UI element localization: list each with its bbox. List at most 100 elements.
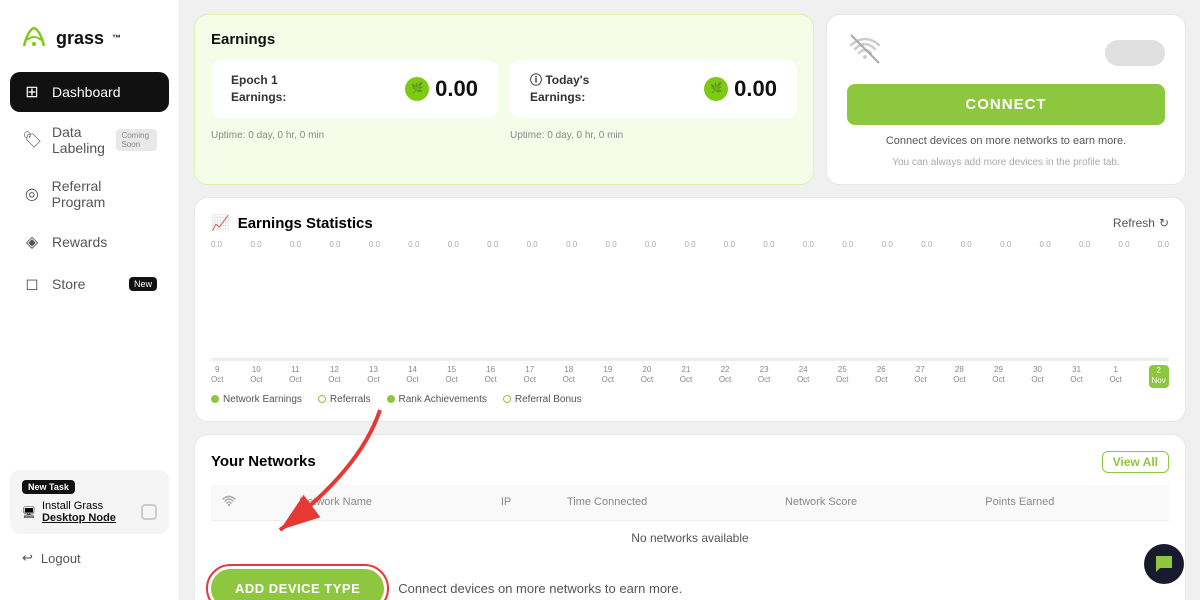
desktop-node-link[interactable]: Desktop Node bbox=[42, 512, 116, 524]
toggle-switch[interactable] bbox=[1105, 40, 1165, 66]
label-icon: 🏷 bbox=[22, 130, 42, 150]
legend-referrals: Referrals bbox=[318, 394, 371, 405]
chat-fab-button[interactable] bbox=[1144, 544, 1184, 584]
connect-desc: Connect devices on more networks to earn… bbox=[886, 135, 1126, 147]
monitor-icon: 🖥 bbox=[22, 506, 36, 519]
stats-title-text: Earnings Statistics bbox=[238, 215, 373, 232]
legend-dot-rank bbox=[387, 395, 395, 403]
sidebar-item-label: Data Labeling bbox=[52, 124, 106, 156]
store-icon: ◻ bbox=[22, 274, 42, 294]
main-content: Earnings Epoch 1Earnings: 🌿 0.00 ⓘ Today… bbox=[180, 0, 1200, 600]
logout-item[interactable]: ↩ Logout bbox=[10, 542, 169, 574]
stats-title: 📈 Earnings Statistics bbox=[211, 214, 373, 232]
connect-button[interactable]: CONNECT bbox=[847, 84, 1165, 125]
chart-icon: 📈 bbox=[211, 214, 230, 232]
epoch-amount: 0.00 bbox=[435, 76, 478, 102]
sidebar-item-label: Referral Program bbox=[52, 178, 157, 210]
uptime-epoch: Uptime: 0 day, 0 hr, 0 min bbox=[211, 130, 498, 141]
col-ip: IP bbox=[491, 485, 557, 521]
refresh-icon: ↻ bbox=[1159, 216, 1169, 230]
legend-referrals-label: Referrals bbox=[330, 394, 371, 405]
earnings-boxes: Epoch 1Earnings: 🌿 0.00 ⓘ Today'sEarning… bbox=[211, 60, 797, 118]
connect-card: CONNECT Connect devices on more networks… bbox=[826, 14, 1186, 185]
uptime-today: Uptime: 0 day, 0 hr, 0 min bbox=[510, 130, 797, 141]
referral-icon: ◎ bbox=[22, 184, 42, 204]
sidebar-item-label: Rewards bbox=[52, 234, 107, 250]
chart-legend: Network Earnings Referrals Rank Achievem… bbox=[211, 394, 1169, 405]
wifi-icon bbox=[847, 31, 883, 74]
install-grass-text: Install Grass bbox=[42, 500, 116, 512]
today-label: ⓘ Today'sEarnings: bbox=[530, 72, 589, 106]
dashboard-icon: ⊞ bbox=[22, 82, 42, 102]
logo-icon bbox=[20, 24, 48, 52]
no-networks-message: No networks available bbox=[211, 520, 1169, 555]
sidebar-nav: ⊞ Dashboard 🏷 Data Labeling Coming Soon … bbox=[0, 72, 179, 460]
col-wifi bbox=[211, 485, 289, 521]
sidebar-item-label: Store bbox=[52, 276, 85, 292]
earnings-stats-card: 📈 Earnings Statistics Refresh ↻ 0.00.00.… bbox=[194, 197, 1186, 422]
connect-subdesc: You can always add more devices in the p… bbox=[892, 157, 1120, 168]
sidebar: grass ™ ⊞ Dashboard 🏷 Data Labeling Comin… bbox=[0, 0, 180, 600]
legend-dot-network bbox=[211, 395, 219, 403]
chart-date-labels: 9Oct 10Oct 11Oct 12Oct 13Oct 14Oct 15Oct… bbox=[211, 365, 1169, 388]
today-amount: 0.00 bbox=[734, 76, 777, 102]
rewards-icon: ◈ bbox=[22, 232, 42, 252]
add-device-text: Connect devices on more networks to earn… bbox=[398, 581, 682, 596]
coming-soon-badge: Coming Soon bbox=[116, 129, 157, 151]
legend-rank-label: Rank Achievements bbox=[399, 394, 487, 405]
table-header: Network Name IP Time Connected Network S… bbox=[211, 485, 1169, 521]
date-9-oct: 9Oct bbox=[211, 365, 223, 388]
today-earnings-box: ⓘ Today'sEarnings: 🌿 0.00 bbox=[510, 60, 797, 118]
sidebar-item-data-labeling[interactable]: 🏷 Data Labeling Coming Soon bbox=[10, 114, 169, 166]
logo: grass ™ bbox=[0, 16, 179, 72]
epoch-value: 🌿 0.00 bbox=[405, 76, 478, 102]
task-checkbox[interactable] bbox=[141, 504, 157, 520]
logo-sup: ™ bbox=[112, 33, 121, 43]
chart-area bbox=[211, 251, 1169, 361]
top-row: Earnings Epoch 1Earnings: 🌿 0.00 ⓘ Today… bbox=[194, 14, 1186, 185]
new-task-content: 🖥 Install Grass Desktop Node bbox=[22, 500, 157, 524]
networks-card: Your Networks View All Network Name IP T… bbox=[194, 434, 1186, 600]
logout-label: Logout bbox=[41, 551, 81, 566]
col-network-name: Network Name bbox=[289, 485, 491, 521]
table-row-empty: No networks available bbox=[211, 520, 1169, 555]
new-task-card: New Task 🖥 Install Grass Desktop Node bbox=[10, 470, 169, 534]
col-time-connected: Time Connected bbox=[557, 485, 775, 521]
new-badge: New bbox=[129, 277, 157, 291]
chart-container: 0.00.00.00.00.0 0.00.00.00.00.0 0.00.00.… bbox=[211, 240, 1169, 388]
logo-text: grass bbox=[56, 28, 104, 49]
networks-table: Network Name IP Time Connected Network S… bbox=[211, 485, 1169, 555]
sidebar-item-label: Dashboard bbox=[52, 84, 121, 100]
earnings-title: Earnings bbox=[211, 31, 797, 48]
chart-value-labels: 0.00.00.00.00.0 0.00.00.00.00.0 0.00.00.… bbox=[211, 240, 1169, 249]
add-device-type-button[interactable]: ADD DEVICE TYPE bbox=[211, 569, 384, 600]
legend-network-label: Network Earnings bbox=[223, 394, 302, 405]
legend-dot-bonus bbox=[503, 395, 511, 403]
logout-icon: ↩ bbox=[22, 550, 33, 566]
sidebar-item-referral[interactable]: ◎ Referral Program bbox=[10, 168, 169, 220]
legend-rank: Rank Achievements bbox=[387, 394, 487, 405]
today-value: 🌿 0.00 bbox=[704, 76, 777, 102]
epoch-earnings-box: Epoch 1Earnings: 🌿 0.00 bbox=[211, 60, 498, 118]
earnings-card: Earnings Epoch 1Earnings: 🌿 0.00 ⓘ Today… bbox=[194, 14, 814, 185]
new-task-label: New Task bbox=[22, 480, 75, 494]
view-all-button[interactable]: View All bbox=[1102, 451, 1169, 473]
sidebar-item-store[interactable]: ◻ Store New bbox=[10, 264, 169, 304]
sidebar-item-rewards[interactable]: ◈ Rewards bbox=[10, 222, 169, 262]
stats-header: 📈 Earnings Statistics Refresh ↻ bbox=[211, 214, 1169, 232]
legend-bonus-label: Referral Bonus bbox=[515, 394, 582, 405]
table-header-row: Network Name IP Time Connected Network S… bbox=[211, 485, 1169, 521]
new-task-text: 🖥 Install Grass Desktop Node bbox=[22, 500, 116, 524]
networks-title: Your Networks bbox=[211, 453, 316, 470]
epoch-coin-icon: 🌿 bbox=[405, 77, 429, 101]
refresh-button[interactable]: Refresh ↻ bbox=[1113, 216, 1169, 230]
date-highlight: 2Nov bbox=[1149, 365, 1169, 388]
sidebar-bottom: New Task 🖥 Install Grass Desktop Node ↩ … bbox=[0, 460, 179, 584]
table-body: No networks available bbox=[211, 520, 1169, 555]
add-device-row: ADD DEVICE TYPE Connect devices on more … bbox=[211, 565, 1169, 600]
refresh-label: Refresh bbox=[1113, 216, 1155, 230]
networks-header: Your Networks View All bbox=[211, 451, 1169, 473]
sidebar-item-dashboard[interactable]: ⊞ Dashboard bbox=[10, 72, 169, 112]
legend-referral-bonus: Referral Bonus bbox=[503, 394, 582, 405]
today-coin-icon: 🌿 bbox=[704, 77, 728, 101]
